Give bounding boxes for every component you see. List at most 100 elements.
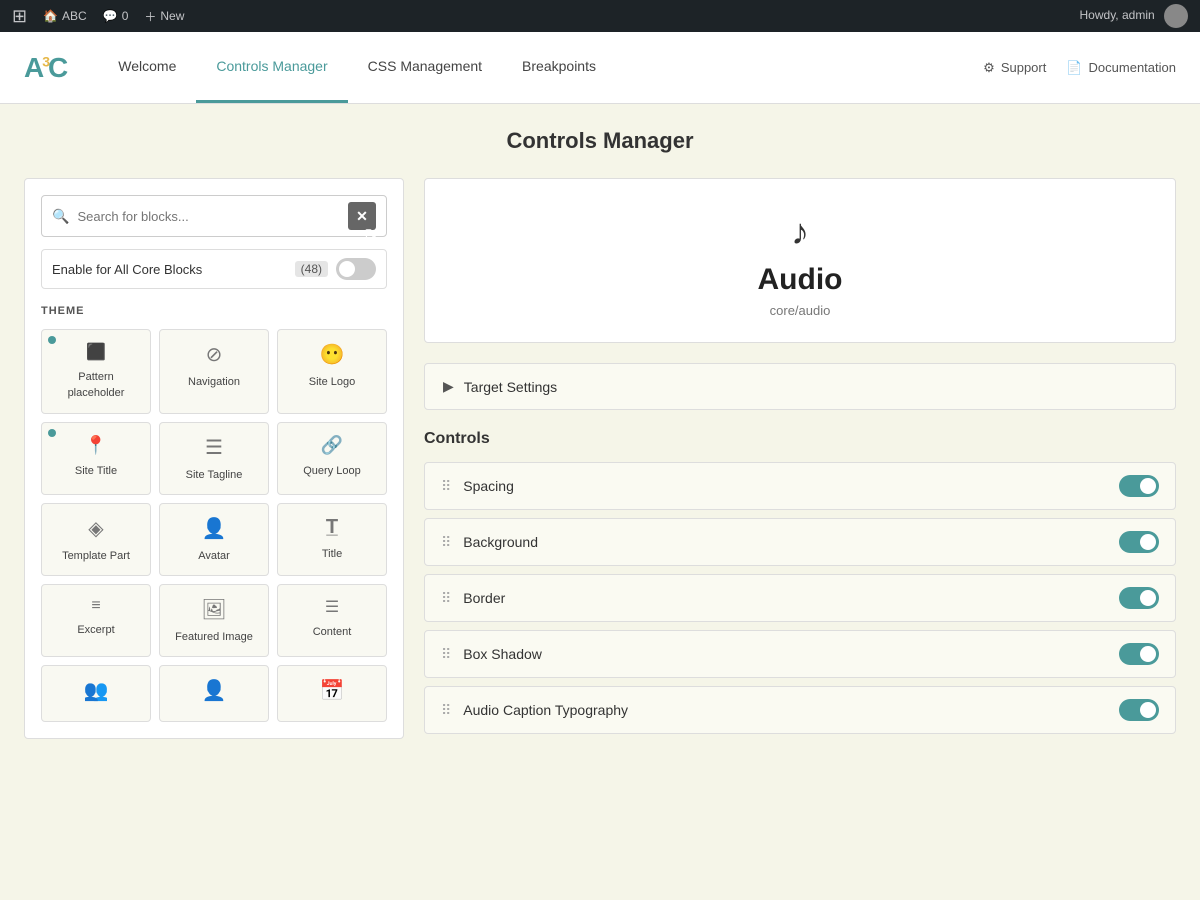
admin-bar: ⊞ 🏠 ABC 💬 0 ＋ New Howdy, admin (0, 0, 1200, 32)
navigation-icon: ⊘ (168, 342, 260, 367)
count-badge: (48) (295, 261, 328, 277)
tab-breakpoints[interactable]: Breakpoints (502, 32, 616, 103)
admin-bar-new[interactable]: ＋ New (144, 8, 184, 25)
block-name: Navigation (188, 376, 240, 388)
admin-bar-comments[interactable]: 💬 0 (103, 9, 129, 23)
avatar[interactable] (1164, 4, 1188, 28)
content-layout: 🔍 ✕ ☞ Enable for All Core Blocks (48) T (24, 178, 1176, 739)
tab-css-management[interactable]: CSS Management (348, 32, 502, 103)
control-label: Background (463, 534, 1107, 550)
audio-icon: ♪ (449, 211, 1151, 253)
theme-section-label: THEME (41, 305, 387, 317)
block-item-row5col3[interactable]: 📅 (277, 665, 387, 722)
drag-handle-icon[interactable]: ⠿ (441, 702, 451, 719)
control-row-audio-caption-typography: ⠿ Audio Caption Typography (424, 686, 1176, 734)
block-name: Pattern placeholder (68, 371, 125, 399)
block-grid: ⬛ Pattern placeholder ⊘ Navigation 😶 Sit… (41, 329, 387, 722)
search-input[interactable] (77, 209, 340, 224)
plus-icon: ＋ (144, 8, 156, 25)
nav-right: ⚙ Support 📄 Documentation (983, 60, 1176, 76)
pattern-placeholder-icon: ⬛ (50, 342, 142, 362)
control-toggle-border[interactable] (1119, 587, 1159, 609)
control-label: Audio Caption Typography (463, 702, 1107, 718)
block-item-site-logo[interactable]: 😶 Site Logo (277, 329, 387, 414)
tab-welcome[interactable]: Welcome (98, 32, 196, 103)
block-name: Title (322, 548, 342, 560)
block-item-avatar[interactable]: 👤 Avatar (159, 503, 269, 576)
block-name: Content (313, 626, 352, 638)
block-detail-card: ♪ Audio core/audio (424, 178, 1176, 343)
block-item-row5col2[interactable]: 👤 (159, 665, 269, 722)
admin-bar-site[interactable]: 🏠 ABC (43, 9, 87, 23)
row5col3-icon: 📅 (286, 678, 378, 703)
drag-handle-icon[interactable]: ⠿ (441, 590, 451, 607)
block-item-navigation[interactable]: ⊘ Navigation (159, 329, 269, 414)
control-toggle-spacing[interactable] (1119, 475, 1159, 497)
controls-section: Controls ⠿ Spacing ⠿ Background (424, 430, 1176, 734)
drag-handle-icon[interactable]: ⠿ (441, 534, 451, 551)
block-name: Site Tagline (186, 469, 243, 481)
support-link[interactable]: ⚙ Support (983, 60, 1046, 76)
control-label: Spacing (463, 478, 1107, 494)
title-icon: T̲ (286, 516, 378, 539)
support-icon: ⚙ (983, 60, 995, 76)
home-icon: 🏠 (43, 9, 58, 23)
block-item-site-title[interactable]: 📍 Site Title (41, 422, 151, 495)
comment-count: 0 (122, 9, 129, 23)
control-row-background: ⠿ Background (424, 518, 1176, 566)
block-item-site-tagline[interactable]: ☰ Site Tagline (159, 422, 269, 495)
tab-controls-manager[interactable]: Controls Manager (196, 32, 347, 103)
wp-logo-icon[interactable]: ⊞ (12, 6, 27, 27)
controls-section-title: Controls (424, 430, 1176, 448)
block-name: Avatar (198, 550, 230, 562)
controls-list: ⠿ Spacing ⠿ Background (424, 462, 1176, 734)
block-item-content[interactable]: ☰ Content (277, 584, 387, 657)
site-title-icon: 📍 (50, 435, 142, 456)
block-name: Template Part (62, 550, 130, 562)
row5col1-icon: 👥 (50, 678, 142, 703)
drag-handle-icon[interactable]: ⠿ (441, 646, 451, 663)
featured-image-icon: 🖼 (168, 597, 260, 622)
site-label: ABC (62, 9, 87, 23)
control-toggle-box-shadow[interactable] (1119, 643, 1159, 665)
new-label: New (160, 9, 184, 23)
block-item-featured-image[interactable]: 🖼 Featured Image (159, 584, 269, 657)
block-name: Site Title (75, 465, 117, 477)
block-item-title[interactable]: T̲ Title (277, 503, 387, 576)
main-content: Controls Manager 🔍 ✕ ☞ Enable for All Co… (0, 104, 1200, 900)
block-item-query-loop[interactable]: 🔗 Query Loop (277, 422, 387, 495)
search-icon: 🔍 (52, 208, 69, 225)
block-item-row5col1[interactable]: 👥 (41, 665, 151, 722)
control-row-box-shadow: ⠿ Box Shadow (424, 630, 1176, 678)
control-toggle-audio-caption-typography[interactable] (1119, 699, 1159, 721)
enable-all-row: Enable for All Core Blocks (48) (41, 249, 387, 289)
documentation-label: Documentation (1089, 60, 1176, 75)
search-bar: 🔍 ✕ ☞ (41, 195, 387, 237)
documentation-link[interactable]: 📄 Documentation (1066, 60, 1176, 76)
plugin-logo: A3C (24, 52, 66, 84)
right-panel: ♪ Audio core/audio ▶ Target Settings Con… (424, 178, 1176, 739)
howdy-text: Howdy, admin (1080, 8, 1155, 22)
site-logo-icon: 😶 (286, 342, 378, 367)
control-toggle-background[interactable] (1119, 531, 1159, 553)
comment-icon: 💬 (103, 9, 118, 23)
block-item-template-part[interactable]: ◈ Template Part (41, 503, 151, 576)
target-settings-label: Target Settings (464, 379, 557, 395)
block-name: Featured Image (175, 631, 253, 643)
enable-all-label: Enable for All Core Blocks (52, 262, 202, 277)
block-big-title: Audio (449, 263, 1151, 297)
admin-bar-right: Howdy, admin (1080, 4, 1188, 28)
block-item-excerpt[interactable]: ≡ Excerpt (41, 584, 151, 657)
nav-tabs: Welcome Controls Manager CSS Management … (98, 32, 616, 103)
block-name: Site Logo (309, 376, 355, 388)
enable-all-toggle[interactable] (336, 258, 376, 280)
plugin-nav: A3C Welcome Controls Manager CSS Managem… (0, 32, 1200, 104)
target-settings-row[interactable]: ▶ Target Settings (424, 363, 1176, 410)
control-label: Box Shadow (463, 646, 1107, 662)
drag-handle-icon[interactable]: ⠿ (441, 478, 451, 495)
template-part-icon: ◈ (50, 516, 142, 541)
block-item-pattern-placeholder[interactable]: ⬛ Pattern placeholder (41, 329, 151, 414)
clear-search-button[interactable]: ✕ ☞ (348, 202, 376, 230)
control-row-border: ⠿ Border (424, 574, 1176, 622)
row5col2-icon: 👤 (168, 678, 260, 703)
